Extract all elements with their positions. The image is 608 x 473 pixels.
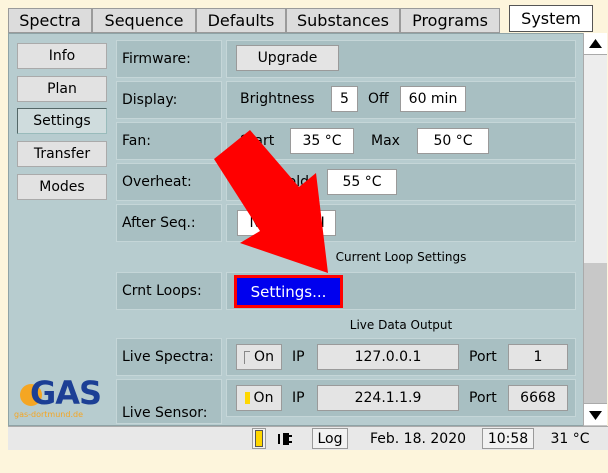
triangle-down-icon (589, 411, 602, 420)
live-sensor-on-label: On (253, 390, 274, 406)
status-date: Feb. 18. 2020 (369, 430, 467, 447)
checkbox-checked-icon (244, 392, 250, 404)
battery-icon (255, 430, 263, 447)
logo-subtext: gas-dortmund.de (14, 410, 83, 419)
firmware-label: Firmware: (116, 40, 222, 78)
live-spectra-label: Live Spectra: (116, 338, 222, 376)
gas-logo: GAS (14, 376, 112, 410)
upgrade-button[interactable]: Upgrade (236, 45, 339, 71)
nav-transfer[interactable]: Transfer (17, 141, 107, 167)
vertical-scrollbar[interactable] (583, 33, 607, 426)
scroll-thumb[interactable] (584, 55, 607, 263)
fan-max-field[interactable]: 50 °C (417, 128, 489, 154)
nav-settings[interactable]: Settings (17, 108, 107, 134)
tab-system[interactable]: System (509, 5, 593, 32)
red-arrow-annotation (214, 130, 328, 273)
nav-modes[interactable]: Modes (17, 174, 107, 200)
plug-indicator (270, 428, 304, 449)
log-button[interactable]: Log (312, 428, 348, 449)
brightness-field[interactable]: 5 (331, 86, 358, 112)
live-sensor-label: Live Sensor: (116, 379, 222, 424)
nav-plan[interactable]: Plan (17, 76, 107, 102)
live-sensor-ip-field[interactable]: 224.1.1.9 (317, 385, 459, 411)
tab-programs[interactable]: Programs (400, 8, 500, 33)
logo-text: GAS (30, 374, 102, 412)
brightness-label: Brightness (240, 91, 315, 107)
checkbox-unchecked-icon (244, 350, 251, 364)
battery-indicator (252, 428, 266, 449)
scroll-down-button[interactable] (584, 403, 607, 425)
live-sensor-on-toggle[interactable]: On (236, 385, 282, 411)
tab-substances[interactable]: Substances (286, 8, 400, 33)
live-spectra-ip-field[interactable]: 127.0.0.1 (317, 344, 459, 370)
live-spectra-on-label: On (254, 349, 274, 365)
scroll-up-button[interactable] (584, 33, 607, 55)
tab-sequence[interactable]: Sequence (92, 8, 196, 33)
status-time: 10:58 (482, 428, 534, 449)
nav-info[interactable]: Info (17, 43, 107, 69)
live-data-output-header: Live Data Output (349, 318, 453, 332)
live-sensor-ip-label: IP (292, 390, 305, 406)
live-spectra-on-toggle[interactable]: On (236, 344, 282, 370)
off-timeout-field[interactable]: 60 min (400, 86, 466, 112)
live-spectra-port-label: Port (469, 349, 497, 365)
tab-defaults[interactable]: Defaults (196, 8, 286, 33)
display-label: Display: (116, 81, 222, 119)
live-spectra-port-field[interactable]: 1 (508, 344, 568, 370)
live-spectra-ip-label: IP (292, 349, 305, 365)
status-temperature: 31 °C (550, 430, 590, 447)
tab-spectra[interactable]: Spectra (8, 8, 92, 33)
live-sensor-port-label: Port (469, 390, 497, 406)
off-label: Off (368, 91, 389, 107)
plug-icon (278, 432, 292, 445)
live-sensor-port-field[interactable]: 6668 (508, 385, 568, 411)
triangle-up-icon (589, 39, 602, 48)
